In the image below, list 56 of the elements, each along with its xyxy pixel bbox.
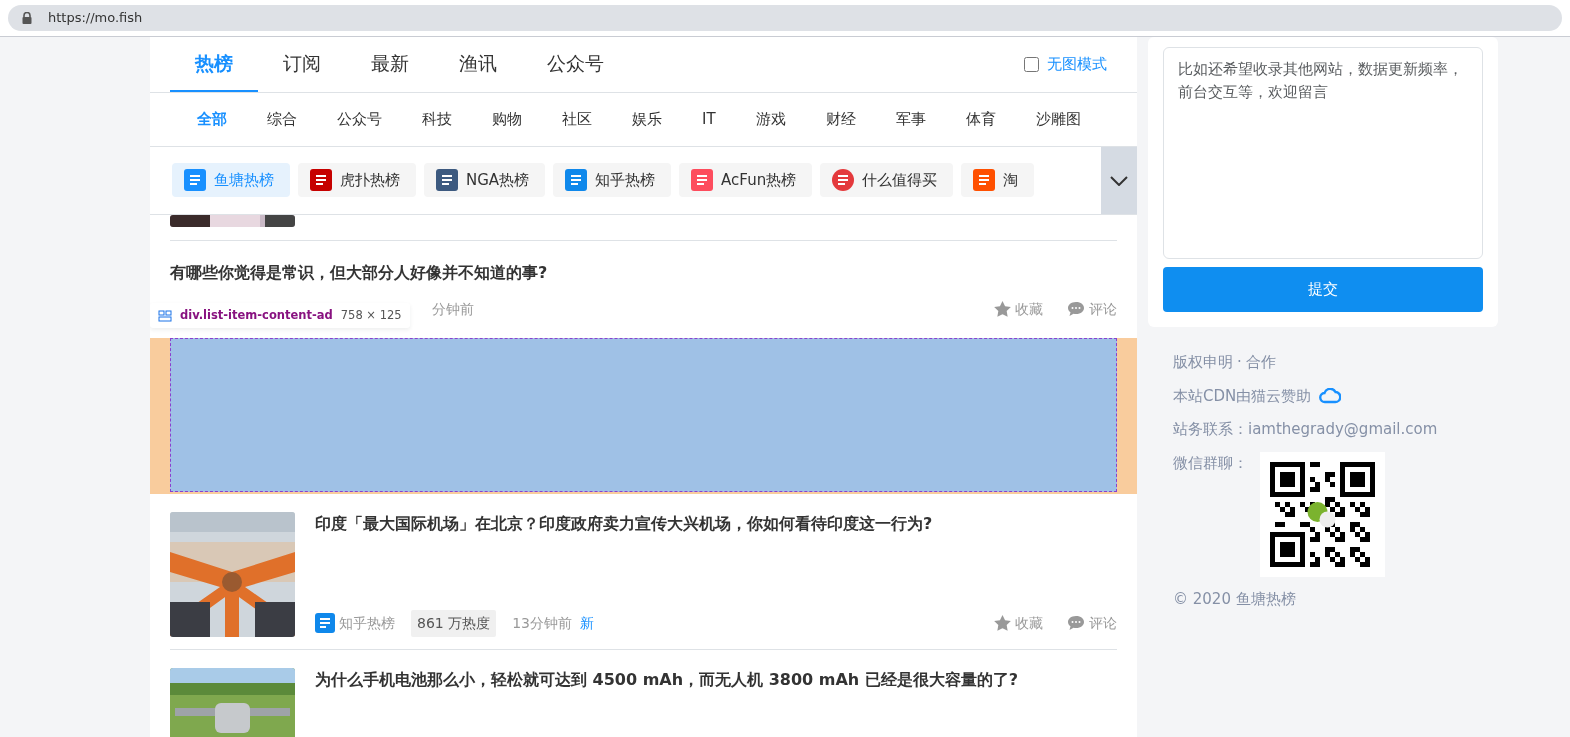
checkbox[interactable] [1024, 56, 1039, 72]
contact-text: 站务联系：iamthegrady@gmail.com [1173, 419, 1439, 440]
nav-tab[interactable]: 订阅 [258, 37, 346, 92]
source-chip[interactable]: AcFun热榜 [679, 162, 813, 198]
lock-icon [22, 12, 32, 24]
speech-bubble-icon [1067, 301, 1085, 317]
category-tab[interactable]: 体育 [945, 107, 1016, 131]
layout-icon [158, 309, 172, 322]
category-tab[interactable]: 购物 [472, 107, 542, 131]
source-logo-icon [436, 169, 458, 191]
url-text: https://mo.fish [48, 9, 143, 28]
source-logo-icon [832, 169, 855, 191]
category-tab[interactable]: 科技 [402, 107, 472, 131]
category-tab[interactable]: 财经 [805, 107, 876, 131]
copyright-text: © 2020 鱼塘热榜 [1173, 588, 1297, 610]
wechat-label: 微信群聊： [1173, 452, 1248, 474]
category-tab[interactable]: 军事 [875, 107, 946, 131]
heat-tag: 861 万热度 [411, 609, 497, 637]
star-icon [994, 615, 1011, 631]
feedback-field[interactable]: 比如还希望收录其他网站，数据更新频率，前台交互等，欢迎留言 [1163, 47, 1483, 259]
source-logo-icon [310, 169, 332, 191]
time-text: 分钟前 [432, 299, 474, 319]
category-tab[interactable]: 综合 [247, 107, 317, 131]
source-logo-icon [565, 169, 588, 191]
category-tab[interactable]: IT [682, 107, 736, 131]
item-title[interactable]: 有哪些你觉得是常识，但大部分人好像并不知道的事? [170, 260, 1117, 285]
nav-tab[interactable]: 最新 [346, 37, 434, 92]
address-bar[interactable]: https://mo.fish [8, 5, 1562, 31]
item-title[interactable]: 为什么手机电池那么小，轻松就可达到 4500 mAh，而无人机 3800 mAh 已经是很大容量的了? [315, 667, 1117, 692]
cdn-text: 本站CDN由猫云赞助 [1173, 385, 1312, 407]
size-text: 758 × 125 [340, 307, 402, 324]
category-tab[interactable]: 公众号 [317, 107, 402, 131]
source-logo-icon [184, 169, 206, 191]
category-tab[interactable]: 游戏 [735, 107, 806, 131]
source-chip[interactable]: 虎扑热榜 [298, 162, 416, 198]
category-tab[interactable]: 社区 [542, 107, 612, 131]
cloud-icon [1319, 388, 1342, 404]
nav-tab[interactable]: 渔讯 [434, 37, 522, 92]
source-chip[interactable]: 什么值得买 [820, 162, 954, 198]
separator-text: · [1237, 352, 1242, 373]
category-tab[interactable]: 沙雕图 [1015, 107, 1101, 131]
category-tab[interactable]: 娱乐 [612, 107, 682, 131]
speech-bubble-icon [1067, 615, 1085, 631]
source-chip[interactable]: 知乎热榜 [553, 162, 672, 198]
source-logo-icon [691, 169, 714, 191]
new-label: 新 [580, 613, 594, 633]
selector-text: div.list-item-content-ad [180, 307, 333, 324]
star-icon [994, 301, 1011, 317]
source-chip[interactable]: NGA热榜 [424, 162, 546, 198]
nav-tab[interactable]: 公众号 [522, 37, 629, 92]
source-chip[interactable]: 淘 [961, 162, 1035, 198]
time-text: 13分钟前 [512, 613, 572, 633]
item-title[interactable]: 印度「最大国际机场」在北京？印度政府卖力宣传大兴机场，你如何看待印度这一行为? [315, 511, 1117, 536]
source-logo-icon [973, 169, 996, 191]
source-logo-icon [315, 613, 335, 633]
chevron-down-icon [1110, 175, 1128, 186]
